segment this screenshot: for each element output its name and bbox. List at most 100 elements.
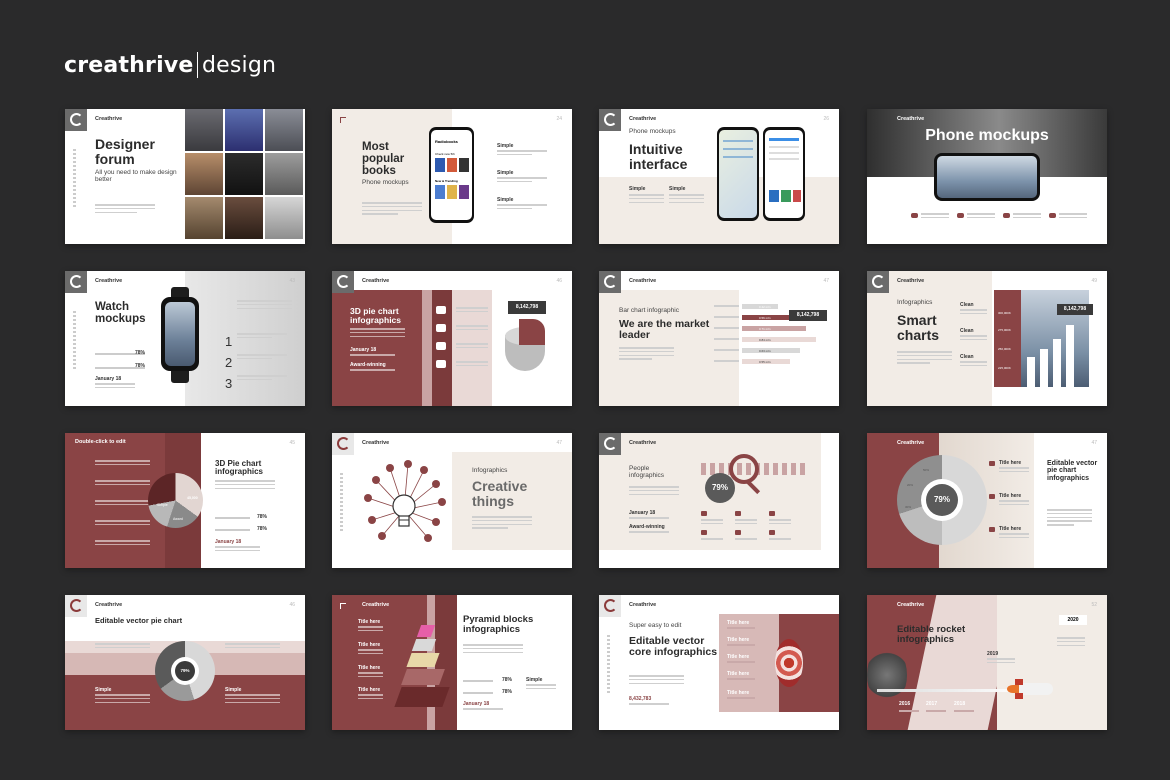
slide-editable-pie-chart[interactable]: Creathrive 46 Editable vector pie chart … (65, 595, 305, 730)
logo-icon (332, 271, 354, 293)
body-text (629, 703, 669, 707)
bar (742, 348, 800, 353)
steps: 1 2 3 (225, 331, 232, 394)
slide-most-popular-books[interactable]: 24 Most popular books Phone mockups Radi… (332, 109, 572, 244)
slide-brand: Creathrive (629, 116, 657, 122)
slide-vector-core-infographics[interactable]: Creathrive Super easy to edit Editable v… (599, 595, 839, 730)
year-label: 2020 (1059, 615, 1087, 625)
slide-bar-chart[interactable]: Creathrive 47 Bar chart infographic We a… (599, 271, 839, 406)
value-label: 8,432,783 (629, 696, 652, 702)
row-label (714, 305, 739, 309)
body-text (999, 533, 1029, 541)
slide-intuitive-interface[interactable]: Creathrive 26 Phone mockups Intuitive in… (599, 109, 839, 244)
bar-label: 0.56 mln (759, 316, 771, 320)
pie-label: Award (173, 517, 183, 521)
item-title: Title here (999, 526, 1022, 532)
page-number: 46 (556, 278, 562, 284)
body-text (960, 309, 987, 317)
label: Simple (629, 186, 646, 192)
item-title: Title here (727, 671, 750, 677)
bar-label: 0.55 mln (759, 360, 771, 364)
body-text (362, 202, 422, 217)
body-text (95, 540, 150, 548)
slide-title: Intuitive interface (629, 141, 688, 172)
page-number: 52 (1091, 602, 1097, 608)
label: Simple (225, 687, 242, 693)
slide-brand: Creathrive (897, 440, 925, 446)
slide-title: Editable vector pie chart (95, 616, 183, 625)
slide-title: 3D Pie chart infographics (215, 459, 264, 477)
year-label: 2018 (954, 701, 966, 707)
pie-label: 20% (907, 483, 914, 487)
slide-smart-charts[interactable]: Creathrive 49 Infographics Smart charts … (867, 271, 1107, 406)
body-text (358, 649, 383, 657)
page-number: 49 (1091, 278, 1097, 284)
avatar (185, 197, 223, 239)
page-number: 46 (289, 602, 295, 608)
vertical-caption (73, 311, 76, 371)
body-text (456, 307, 488, 315)
avatar (185, 153, 223, 195)
row-label (714, 360, 739, 364)
slide-pyramid-blocks[interactable]: Creathrive Title here Title here Title h… (332, 595, 572, 730)
item-title: Title here (727, 654, 750, 660)
slide-rocket-infographics[interactable]: Creathrive 52 Editable rocket infographi… (867, 595, 1107, 730)
bar-label: 0.84 mln (759, 338, 771, 342)
list-icon (436, 342, 446, 350)
slide-creative-things[interactable]: Creathrive 47 Infographics Creative thin… (332, 433, 572, 568)
slide-designer-forum[interactable]: Creathrive Designer forum All you need t… (65, 109, 305, 244)
phone-mockup: Radiobooks Check new 5th New & Trending (429, 127, 474, 223)
label: Simple (497, 170, 514, 176)
slide-watch-mockups[interactable]: Creathrive 43 Watch mockups 78% 78% Janu… (65, 271, 305, 406)
item-title: Title here (358, 687, 381, 693)
app-subtitle: Check new 5th (435, 152, 455, 156)
core-target (775, 639, 803, 687)
body-text (497, 204, 547, 212)
slide-title: Pyramid blocks infographics (463, 614, 534, 635)
row-label (714, 327, 739, 331)
slide-kicker: Infographics (472, 467, 508, 474)
label: Simple (95, 687, 112, 693)
bar-label: 0.63 mln (759, 349, 771, 353)
bar (1053, 339, 1061, 387)
list-icon (436, 324, 446, 332)
bar (1066, 325, 1074, 387)
body-text (999, 467, 1029, 475)
slide-brand: Creathrive (897, 278, 925, 284)
body-text (526, 684, 556, 692)
avatar (185, 109, 223, 151)
logo-icon (599, 109, 621, 131)
percent-badge: 79% (705, 473, 735, 503)
label: Simple (497, 143, 514, 149)
slide-people-infographics[interactable]: Creathrive People infographics January 1… (599, 433, 839, 568)
date-label: January 18 (95, 376, 122, 382)
percent-badge: 79% (926, 484, 958, 516)
body-text (1057, 637, 1085, 648)
brand-logo: creathrive design (64, 52, 276, 78)
slide-brand: Creathrive (95, 278, 123, 284)
vertical-caption (340, 473, 343, 533)
slide-brand: Creathrive (95, 602, 123, 608)
page-number: 47 (823, 278, 829, 284)
slide-brand: Creathrive (897, 602, 925, 608)
3d-pie-chart (505, 319, 545, 379)
slide-phone-mockups[interactable]: Creathrive Phone mockups (867, 109, 1107, 244)
slide-3d-pie-infographics[interactable]: Double-click to edit 45 45,000 Award Sim… (65, 433, 305, 568)
body-text (95, 460, 150, 468)
item-title: Title here (727, 637, 750, 643)
brand-divider (196, 52, 198, 78)
body-text (95, 520, 150, 528)
body-text (926, 710, 946, 714)
brand-suffix: design (202, 52, 277, 78)
page-number: 45 (289, 440, 295, 446)
date-label: January 18 (215, 539, 242, 545)
pie-label: 30% (905, 505, 912, 509)
app-title: Radiobooks (435, 139, 458, 144)
rocket-icon (1019, 683, 1053, 695)
slide-vector-pie-infographics[interactable]: Creathrive 47 79% 50% 20% 30% Title here… (867, 433, 1107, 568)
pyramid-block (406, 653, 440, 667)
body-text (727, 627, 755, 631)
slide-subtitle: Phone mockups (362, 179, 409, 186)
slide-3d-pie-chart[interactable]: Creathrive 46 3D pie chart infographics … (332, 271, 572, 406)
percent-label: 78% (257, 526, 268, 532)
